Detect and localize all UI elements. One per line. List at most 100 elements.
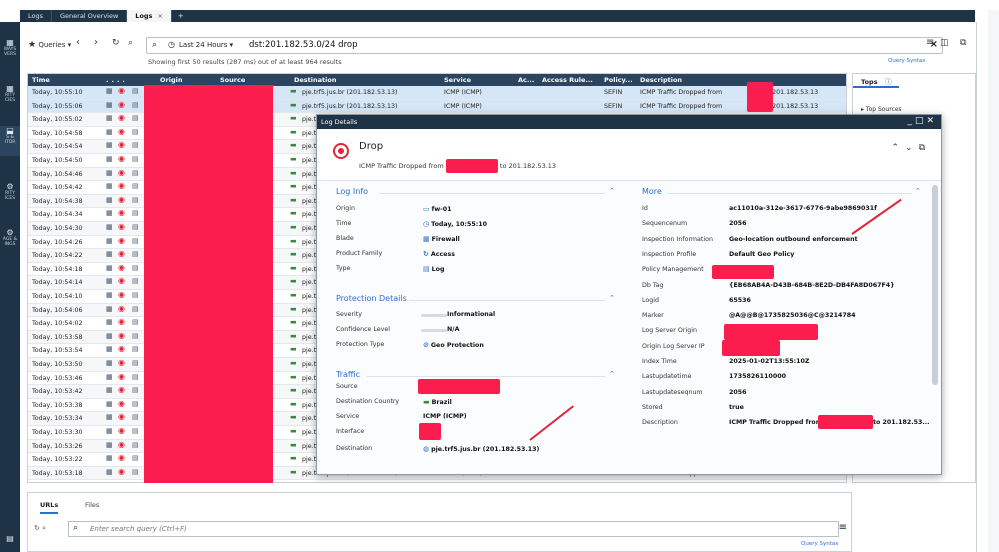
server-icon: ▬ xyxy=(290,413,297,422)
layout-icon[interactable]: ◫ xyxy=(940,38,949,48)
field-label: Marker xyxy=(642,312,664,320)
nav-manage-settings[interactable]: ⚙ AGE & INGS xyxy=(0,228,20,247)
log-icon: ▤ xyxy=(132,291,139,299)
col-policy[interactable]: Policy... xyxy=(604,76,633,84)
annotation-arrow xyxy=(529,405,574,441)
server-icon: ▬ xyxy=(290,277,297,286)
collapse-icon[interactable]: ⌃ xyxy=(915,187,921,195)
dialog-scrollbar[interactable] xyxy=(932,185,938,385)
nav-security-services[interactable]: ⚙ RITY ICES xyxy=(0,182,20,201)
row-time: Today, 10:54:38 xyxy=(32,197,83,205)
field-label: Service xyxy=(336,413,360,420)
queries-button[interactable]: ★ Queries ▾ xyxy=(28,40,71,50)
tab-files[interactable]: Files xyxy=(85,501,99,509)
server-icon: ▬ xyxy=(290,345,297,354)
col-action[interactable]: Ac... xyxy=(518,76,534,84)
menu-icon[interactable]: ≡ xyxy=(839,522,847,533)
grid-icon: ▦ xyxy=(106,155,113,163)
nav-bottom-icon[interactable]: ▤ xyxy=(0,534,20,543)
redacted-source-ip xyxy=(747,95,773,112)
chevron-down-icon[interactable]: ⌄ xyxy=(905,143,919,153)
drop-icon: ◉ xyxy=(118,113,125,123)
drop-icon: ◉ xyxy=(118,194,125,204)
section-traffic[interactable]: Traffic xyxy=(336,370,360,379)
tab-logs-active[interactable]: Logs × xyxy=(127,10,172,22)
tab-urls[interactable]: URLs xyxy=(40,501,59,514)
chevron-up-icon[interactable]: ⌃ xyxy=(891,143,905,153)
server-icon: ▬ xyxy=(290,386,297,395)
collapse-icon[interactable]: ⌃ xyxy=(609,187,615,195)
section-more[interactable]: More xyxy=(642,187,662,196)
col-source[interactable]: Source xyxy=(220,76,245,84)
col-icons[interactable]: .... xyxy=(106,76,128,84)
tab-bar: Logs General Overview Logs × + xyxy=(20,10,975,22)
query-input[interactable]: ⌕ ◷ Last 24 Hours ▾ dst:201.182.53.0/24 … xyxy=(146,37,943,54)
field-label: Product Family xyxy=(336,250,383,257)
tops-tab[interactable]: Tops xyxy=(853,74,899,88)
clock-icon: ◷ xyxy=(423,220,430,228)
section-protection-details[interactable]: Protection Details xyxy=(336,294,407,303)
server-icon: ▬ xyxy=(290,236,297,245)
log-icon: ▤ xyxy=(132,413,139,422)
info-icon[interactable]: ⓘ xyxy=(885,77,892,87)
tab-general-overview[interactable]: General Overview xyxy=(52,10,128,22)
forward-icon[interactable]: › xyxy=(94,37,98,48)
nav-label: RITY CIES xyxy=(4,93,16,103)
minimize-icon[interactable]: _ xyxy=(907,116,915,126)
row-service: ICMP (ICMP) xyxy=(444,102,482,110)
log-icon: ▤ xyxy=(132,141,139,150)
dialog-body: Log Info ⌃ Origin ▭ fw-01 Time ◷ Today, 10… xyxy=(317,181,941,474)
copy-icon[interactable]: ⧉ xyxy=(960,38,966,48)
tab-logs-1[interactable]: Logs xyxy=(20,10,52,22)
collapse-icon[interactable]: ⌃ xyxy=(609,370,615,378)
menu-icon[interactable]: ≡ xyxy=(926,37,934,48)
row-destination: pje.t xyxy=(302,320,317,328)
col-service[interactable]: Service xyxy=(444,76,471,84)
row-destination: pje.t xyxy=(302,429,317,436)
tab-close-icon[interactable]: × xyxy=(157,12,162,20)
col-description[interactable]: Description xyxy=(640,76,682,84)
copy-icon[interactable]: ⧉ xyxy=(919,143,931,153)
maximize-icon[interactable]: □ xyxy=(915,116,927,126)
collapse-icon[interactable]: ⌃ xyxy=(609,294,615,302)
nav-security-policies[interactable]: ▦ RITY CIES xyxy=(0,84,20,103)
redacted-log-server-origin xyxy=(724,324,818,340)
query-text[interactable]: dst:201.182.53.0/24 drop xyxy=(249,40,357,50)
nav-gateways[interactable]: ▦ WAYS VERS xyxy=(0,38,20,57)
refresh-icon[interactable]: ↻ ⌕ xyxy=(34,524,46,533)
server-icon: ▬ xyxy=(290,168,297,177)
bottom-search-input[interactable]: ⌕ Enter search query (Ctrl+F) xyxy=(68,521,839,537)
col-access-rule[interactable]: Access Rule... xyxy=(542,76,593,84)
time-range-select[interactable]: Last 24 Hours ▾ xyxy=(179,41,233,49)
drop-icon: ◉ xyxy=(118,222,125,231)
grid-icon: ▦ xyxy=(106,277,113,286)
back-icon[interactable]: ‹ xyxy=(76,37,80,48)
drop-icon: ◉ xyxy=(118,290,125,299)
drop-icon: ◉ xyxy=(118,235,125,245)
summary-prefix: ICMP Traffic Dropped from xyxy=(359,162,444,170)
server-icon: ▬ xyxy=(290,467,297,476)
dialog-title-bar[interactable]: Log Details _□✕ xyxy=(317,115,941,129)
tab-label: General Overview xyxy=(60,12,119,20)
col-origin[interactable]: Origin xyxy=(160,76,182,84)
query-syntax-link[interactable]: Query Syntax xyxy=(888,58,925,64)
col-destination[interactable]: Destination xyxy=(294,76,336,84)
query-syntax-link[interactable]: Query Syntax xyxy=(801,541,838,547)
new-tab-button[interactable]: + xyxy=(172,10,190,22)
row-destination: pje.t xyxy=(302,415,317,423)
nav-logs-monitor[interactable]: ⬓ S & ITOR xyxy=(0,126,20,156)
row-destination: pje.t xyxy=(302,293,317,300)
section-log-info[interactable]: Log Info xyxy=(336,187,368,196)
window-controls[interactable]: _□✕ xyxy=(907,116,937,126)
field-label: Source xyxy=(336,383,358,390)
field-label: Destination Country xyxy=(336,398,400,405)
refresh-icon[interactable]: ↻ xyxy=(112,38,120,48)
close-icon[interactable]: ✕ xyxy=(926,116,937,126)
col-time[interactable]: Time xyxy=(32,76,50,84)
search-options-icon[interactable]: ⌕ xyxy=(128,38,133,48)
row-destination: pje.trf5.jus.br (201.182.53.13) xyxy=(302,102,398,110)
top-sources-item[interactable]: ▸ Top Sources xyxy=(861,106,902,113)
drop-icon: ◉ xyxy=(118,330,125,340)
row-time: Today, 10:54:02 xyxy=(32,320,83,328)
grid-icon: ▦ xyxy=(106,413,113,422)
